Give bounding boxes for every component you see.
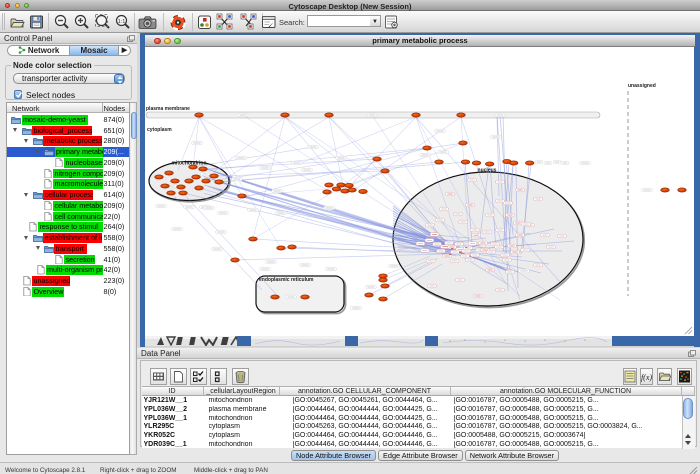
svg-text:mitochondrion: mitochondrion (172, 161, 207, 167)
svg-text:plasma membrane: plasma membrane (146, 106, 190, 112)
svg-text:f(x): f(x) (641, 373, 652, 382)
svg-text:endoplasmic reticulum: endoplasmic reticulum (259, 277, 314, 283)
svg-text:nucleus: nucleus (478, 168, 497, 174)
svg-text:cytoplasm: cytoplasm (147, 127, 172, 133)
svg-text:1:1: 1:1 (118, 19, 126, 25)
svg-text:unassigned: unassigned (628, 83, 656, 89)
